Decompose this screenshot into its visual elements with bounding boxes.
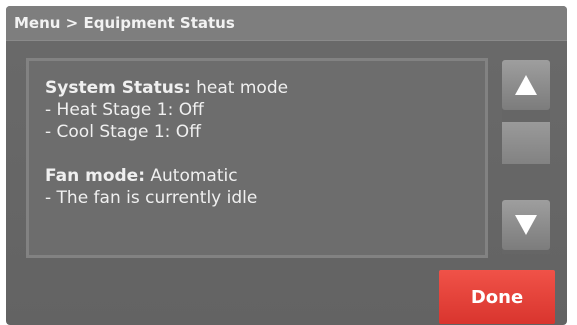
status-text: System Status: heat mode - Heat Stage 1:… <box>45 77 288 209</box>
heat-stage-line: - Heat Stage 1: Off <box>45 100 204 120</box>
system-status-line: System Status: heat mode <box>45 77 288 99</box>
system-status-label: System Status: <box>45 78 191 98</box>
fan-mode-value: Automatic <box>150 166 238 186</box>
scroll-down-button[interactable] <box>502 200 550 250</box>
fan-mode-line: Fan mode: Automatic <box>45 165 288 187</box>
fan-mode-label: Fan mode: <box>45 166 145 186</box>
system-status-value: heat mode <box>196 78 289 98</box>
breadcrumb: Menu > Equipment Status <box>14 14 235 32</box>
scroll-up-button[interactable] <box>502 60 550 110</box>
scroll-thumb[interactable] <box>502 122 550 164</box>
header-bar: Menu > Equipment Status <box>6 6 567 41</box>
done-button[interactable]: Done <box>439 270 555 324</box>
cool-stage-line: - Cool Stage 1: Off <box>45 122 201 142</box>
fan-state-line: - The fan is currently idle <box>45 188 258 208</box>
thermostat-screen: Menu > Equipment Status System Status: h… <box>6 6 567 325</box>
triangle-down-icon <box>515 215 537 235</box>
triangle-up-icon <box>515 75 537 95</box>
status-panel: System Status: heat mode - Heat Stage 1:… <box>26 58 488 258</box>
